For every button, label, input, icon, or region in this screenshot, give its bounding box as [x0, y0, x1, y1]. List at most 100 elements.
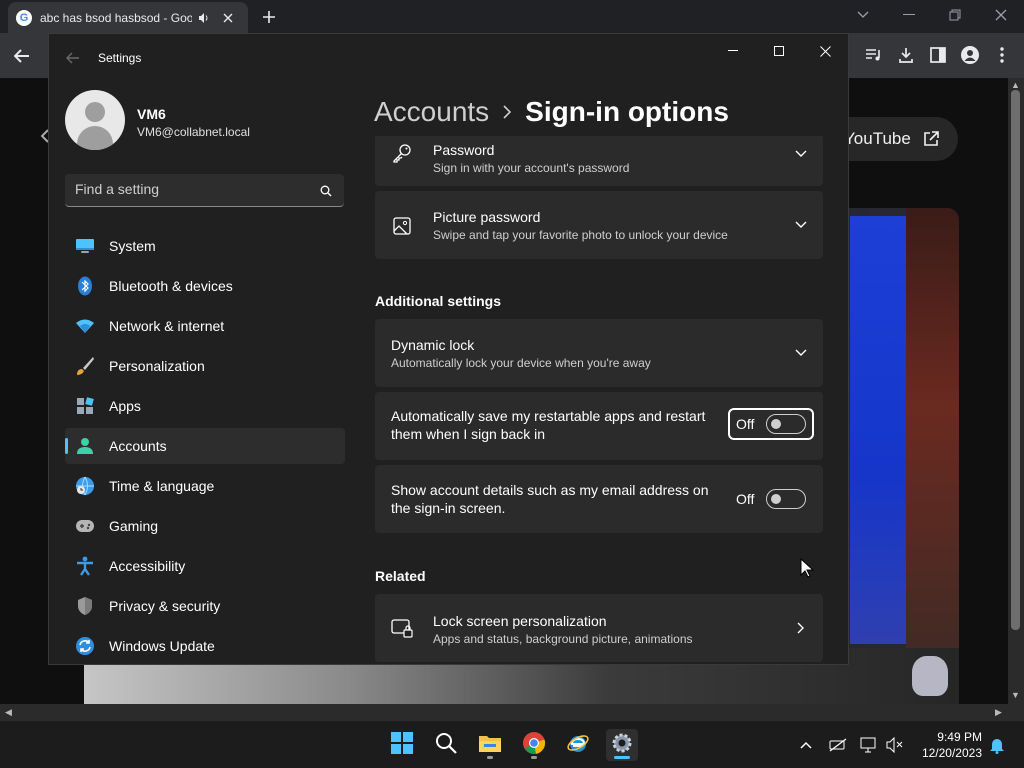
nav-item-system[interactable]: System: [65, 228, 345, 264]
person-icon: [74, 436, 96, 456]
tray-overflow-chevron-up-icon[interactable]: [796, 735, 816, 755]
account-details-toggle[interactable]: Off: [736, 489, 807, 509]
taskbar-settings[interactable]: [606, 729, 638, 761]
start-button[interactable]: [386, 729, 418, 761]
password-desc: Sign in with your account's password: [433, 161, 630, 175]
account-details-line2: the sign-in screen.: [391, 500, 506, 516]
scroll-up-icon[interactable]: ▲: [1011, 80, 1020, 90]
horizontal-scrollbar[interactable]: [0, 704, 1024, 720]
nav-label: Accounts: [109, 438, 167, 454]
picture-icon: [391, 215, 413, 237]
wifi-icon: [74, 316, 96, 336]
toggle-state-label: Off: [736, 416, 755, 432]
dynamic-lock-card[interactable]: Dynamic lock Automatically lock your dev…: [375, 319, 823, 387]
bluetooth-icon: [74, 276, 96, 296]
globe-clock-icon: [74, 476, 96, 496]
taskbar-chrome[interactable]: [518, 729, 550, 761]
dynamic-lock-title: Dynamic lock: [391, 337, 475, 353]
restart-apps-line2: them when I sign back in: [391, 426, 546, 442]
nav-label: Accessibility: [109, 558, 186, 574]
settings-search-box[interactable]: [65, 174, 344, 207]
nav-item-network[interactable]: Network & internet: [65, 308, 345, 344]
picture-password-card[interactable]: Picture password Swipe and tap your favo…: [375, 191, 823, 259]
settings-minimize-button[interactable]: [719, 39, 747, 63]
settings-back-button[interactable]: [63, 48, 83, 68]
profile-icon[interactable]: [959, 44, 981, 66]
search-input[interactable]: [75, 181, 305, 197]
side-panel-icon[interactable]: [927, 44, 949, 66]
restart-apps-toggle[interactable]: Off: [728, 408, 815, 440]
toggle-state-label: Off: [736, 491, 755, 507]
tray-battery-icon[interactable]: [828, 735, 848, 755]
nav-item-accounts[interactable]: Accounts: [65, 428, 345, 464]
key-icon: [391, 142, 413, 164]
taskbar-file-explorer[interactable]: [474, 729, 506, 761]
search-icon: [435, 732, 457, 759]
nav-item-windows-update[interactable]: Windows Update: [65, 628, 345, 664]
vertical-scroll-thumb[interactable]: [1011, 90, 1020, 630]
nav-label: Time & language: [109, 478, 215, 494]
lock-screen-card[interactable]: Lock screen personalization Apps and sta…: [375, 594, 823, 662]
chevron-right-icon[interactable]: [793, 620, 809, 636]
settings-content: Password Sign in with your account's pas…: [375, 136, 823, 664]
speaker-icon[interactable]: [198, 12, 212, 24]
tray-clock[interactable]: 9:49 PM 12/20/2023: [916, 729, 982, 761]
browser-back-button[interactable]: [10, 44, 34, 68]
tray-network-icon[interactable]: [859, 735, 879, 755]
search-icon[interactable]: [318, 183, 334, 199]
chevron-down-icon[interactable]: [793, 345, 809, 361]
password-card[interactable]: Password Sign in with your account's pas…: [375, 136, 823, 186]
password-title: Password: [433, 142, 495, 158]
nav-label: Bluetooth & devices: [109, 278, 233, 294]
media-playlist-icon[interactable]: [863, 44, 885, 66]
lock-screen-desc: Apps and status, background picture, ani…: [433, 632, 693, 646]
scroll-right-icon[interactable]: ▶: [995, 707, 1002, 718]
nav-item-bluetooth[interactable]: Bluetooth & devices: [65, 268, 345, 304]
browser-restore-button[interactable]: [943, 5, 967, 25]
dynamic-lock-desc: Automatically lock your device when you'…: [391, 356, 651, 370]
nav-item-personalization[interactable]: Personalization: [65, 348, 345, 384]
nav-label: Privacy & security: [109, 598, 221, 614]
browser-tab[interactable]: G abc has bsod hasbsod - Goo: [8, 2, 248, 33]
chevron-down-icon[interactable]: [793, 217, 809, 233]
breadcrumb-parent[interactable]: Accounts: [374, 96, 489, 128]
notification-bell-icon[interactable]: [987, 735, 1007, 755]
new-tab-button[interactable]: [258, 6, 280, 28]
apps-icon: [74, 396, 96, 416]
tab-close-icon[interactable]: [220, 10, 236, 26]
nav-item-gaming[interactable]: Gaming: [65, 508, 345, 544]
scroll-left-icon[interactable]: ◀: [5, 707, 12, 718]
lock-screen-title: Lock screen personalization: [433, 613, 607, 629]
download-icon[interactable]: [895, 44, 917, 66]
picture-password-title: Picture password: [433, 209, 541, 225]
nav-item-privacy-security[interactable]: Privacy & security: [65, 588, 345, 624]
settings-close-button[interactable]: [811, 39, 839, 63]
browser-close-button[interactable]: [989, 5, 1013, 25]
nav-item-apps[interactable]: Apps: [65, 388, 345, 424]
nav-label: Personalization: [109, 358, 205, 374]
tray-audio-muted-icon[interactable]: [885, 735, 905, 755]
browser-menu-icon[interactable]: [991, 44, 1013, 66]
scroll-down-icon[interactable]: ▼: [1011, 690, 1020, 700]
tab-title: abc has bsod hasbsod - Goo: [40, 10, 192, 25]
mouse-cursor-icon: [800, 558, 814, 578]
chevron-right-icon: [503, 105, 512, 119]
toggle-switch[interactable]: [766, 414, 807, 434]
toggle-switch[interactable]: [766, 489, 807, 509]
taskbar-search-button[interactable]: [430, 729, 462, 761]
user-profile[interactable]: VM6 VM6@collabnet.local: [65, 90, 355, 154]
avatar: [65, 90, 125, 150]
lock-screen-icon: [391, 617, 413, 639]
taskbar-internet-explorer[interactable]: [562, 729, 594, 761]
chevron-down-icon[interactable]: [793, 146, 809, 162]
account-details-card: Show account details such as my email ad…: [375, 465, 823, 533]
browser-minimize-button[interactable]: [897, 5, 921, 25]
brush-icon: [74, 356, 96, 376]
tab-search-icon[interactable]: [851, 5, 875, 25]
settings-maximize-button[interactable]: [765, 39, 793, 63]
video-frame-edge: [906, 208, 959, 704]
related-header: Related: [375, 568, 426, 584]
account-details-line1: Show account details such as my email ad…: [391, 482, 709, 498]
nav-item-time-language[interactable]: Time & language: [65, 468, 345, 504]
nav-item-accessibility[interactable]: Accessibility: [65, 548, 345, 584]
